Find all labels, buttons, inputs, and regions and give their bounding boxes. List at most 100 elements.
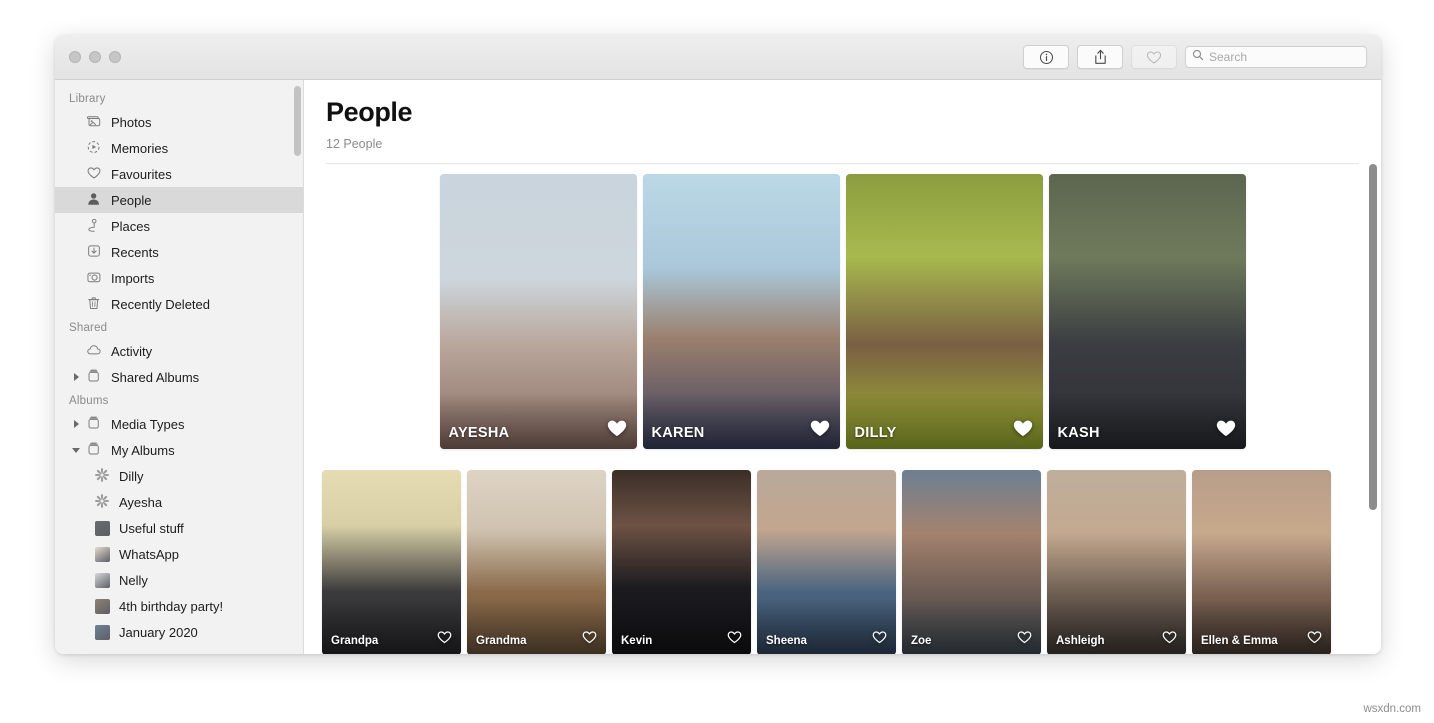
person-tile[interactable]: Ellen & Emma [1192,469,1331,654]
person-name: Grandma [476,634,527,647]
minimize-button[interactable] [89,51,101,63]
sidebar-item-icon [84,269,104,288]
trash-icon [86,295,102,314]
close-button[interactable] [69,51,81,63]
thumb-icon [94,598,110,614]
sidebar-item-label: Media Types [111,416,185,432]
sidebar-item-icon [84,139,104,158]
chevron-right-icon[interactable] [69,373,83,381]
person-tile[interactable]: Kevin [612,469,751,654]
page-subtitle: 12 People [326,136,383,151]
sidebar-item-places[interactable]: Places [55,213,303,239]
sidebar-item-label: Ayesha [119,494,163,510]
person-tile[interactable]: Ashleigh [1047,469,1186,654]
sidebar-item-imports[interactable]: Imports [55,265,303,291]
sidebar-item-label: January 2020 [119,624,198,640]
person-tile[interactable]: KAREN [642,173,840,449]
sidebar-item-icon [84,243,104,262]
sidebar-item-ayesha[interactable]: Ayesha [55,489,303,515]
heart-outline-icon[interactable] [1307,630,1322,649]
search-field[interactable] [1185,46,1367,68]
sidebar-item-activity[interactable]: Activity [55,338,303,364]
person-name: Kevin [621,634,653,647]
heart-filled-icon[interactable] [1012,418,1034,443]
sidebar-item-recently-deleted[interactable]: Recently Deleted [55,291,303,317]
share-button[interactable] [1077,45,1123,69]
heart-outline-icon[interactable] [872,630,887,649]
sidebar-item-useful-stuff[interactable]: Useful stuff [55,515,303,541]
person-tile[interactable]: Zoe [902,469,1041,654]
heart-outline-icon[interactable] [437,630,452,649]
favourite-button[interactable] [1131,45,1177,69]
info-button[interactable] [1023,45,1069,69]
thumb-icon [94,546,110,562]
person-name: AYESHA [448,424,510,441]
imports-camera-icon [86,269,102,288]
search-input[interactable] [1209,50,1359,64]
sidebar-item-nelly[interactable]: Nelly [55,567,303,593]
sidebar-item-photos[interactable]: Photos [55,109,303,135]
sidebar-item-people[interactable]: People [55,187,303,213]
heart-filled-icon[interactable] [1215,418,1237,443]
sidebar-item-label: Activity [111,343,153,359]
sidebar-item-icon [84,217,104,236]
gear-icon [94,493,110,512]
heart-outline-icon[interactable] [1162,630,1177,649]
person-tile[interactable]: KASH [1048,173,1246,449]
sidebar-item-label: Memories [111,140,169,156]
zoom-button[interactable] [109,51,121,63]
person-tile[interactable]: AYESHA [439,173,637,449]
main-scrollbar-thumb[interactable] [1369,163,1377,510]
chevron-right-icon[interactable] [69,420,83,428]
sidebar-item-media-types[interactable]: Media Types [55,411,303,437]
sidebar-item-my-albums[interactable]: My Albums [55,437,303,463]
sidebar-item-memories[interactable]: Memories [55,135,303,161]
photos-app-window: Library Photos Memories Favourites People Pla… [55,35,1381,654]
toolbar-actions [1023,35,1367,79]
sidebar-item-icon [84,415,104,434]
person-name: Zoe [911,634,932,647]
heart-outline-icon[interactable] [727,630,742,649]
heart-filled-icon[interactable] [606,418,628,443]
sidebar-scrollbar[interactable] [294,86,301,654]
person-tile[interactable]: Grandma [467,469,606,654]
info-icon [1039,50,1054,65]
recents-download-icon [86,243,102,262]
sidebar-item-label: Favourites [111,166,172,182]
sidebar-scrollbar-thumb[interactable] [294,86,301,156]
sidebar-item-label: Recents [111,244,159,260]
window-body: Library Photos Memories Favourites People Pla… [55,80,1381,654]
sidebar-item-january-2020[interactable]: January 2020 [55,619,303,645]
sidebar-item-whatsapp[interactable]: WhatsApp [55,541,303,567]
person-name: Ellen & Emma [1201,634,1278,647]
main-scrollbar[interactable] [1369,163,1377,654]
person-tile[interactable]: Sheena [757,469,896,654]
window-titlebar [55,35,1381,80]
sidebar-item-icon [84,295,104,314]
sidebar-item-icon [92,546,112,562]
sidebar-item-icon [84,191,104,210]
sidebar-item-label: Recently Deleted [111,296,210,312]
sidebar-item-shared-albums[interactable]: Shared Albums [55,364,303,390]
sidebar-item-dilly[interactable]: Dilly [55,463,303,489]
heart-outline-icon[interactable] [582,630,597,649]
chevron-down-icon[interactable] [69,447,83,453]
person-tile[interactable]: DILLY [845,173,1043,449]
sidebar-item-recents[interactable]: Recents [55,239,303,265]
person-tile[interactable]: Grandpa [322,469,461,654]
sidebar-item-label: Nelly [119,572,148,588]
sidebar-item-label: Useful stuff [119,520,184,536]
heart-outline-icon[interactable] [1017,630,1032,649]
sidebar-item-4th-birthday-party[interactable]: 4th birthday party! [55,593,303,619]
cloud-icon [86,342,102,361]
page-title: People [326,97,413,127]
photos-icon [86,113,102,132]
person-name: DILLY [854,424,897,441]
sidebar-item-favourites[interactable]: Favourites [55,161,303,187]
sidebar-item-icon [84,441,104,460]
sidebar-item-icon [92,598,112,614]
person-icon [86,191,102,210]
sidebar: Library Photos Memories Favourites People Pla… [55,80,304,654]
thumb-icon [94,520,110,536]
heart-filled-icon[interactable] [809,418,831,443]
